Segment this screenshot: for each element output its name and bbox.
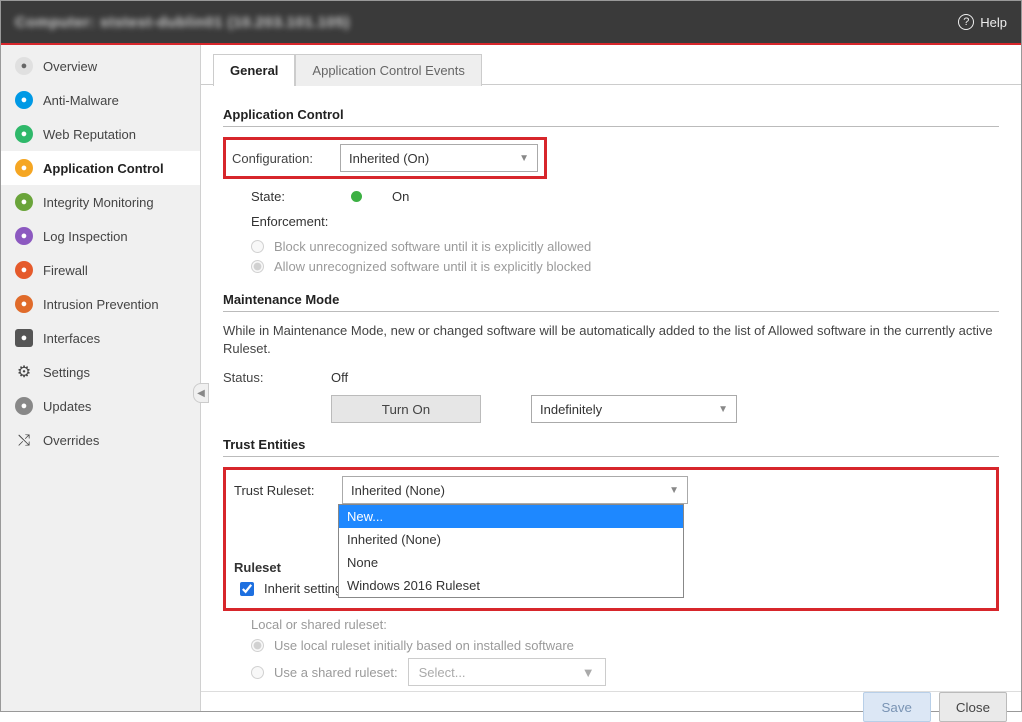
sidebar-item-label: Interfaces bbox=[43, 331, 100, 346]
sidebar-item-label: Settings bbox=[43, 365, 90, 380]
configuration-label: Configuration: bbox=[232, 151, 328, 166]
maintenance-status-value: Off bbox=[331, 370, 348, 385]
inherit-settings-label: Inherit settings bbox=[264, 581, 349, 596]
radio-shared bbox=[251, 666, 264, 679]
tab-general[interactable]: General bbox=[213, 54, 295, 86]
enforcement-allow-label: Allow unrecognized software until it is … bbox=[274, 259, 591, 274]
sidebar-item-integrity-monitoring[interactable]: ● Integrity Monitoring bbox=[1, 185, 200, 219]
duration-select[interactable]: Indefinitely ▼ bbox=[531, 395, 737, 423]
radio-local bbox=[251, 639, 264, 652]
anti-malware-icon: ● bbox=[15, 91, 33, 109]
web-reputation-icon: ● bbox=[15, 125, 33, 143]
sidebar-item-label: Updates bbox=[43, 399, 91, 414]
save-button[interactable]: Save bbox=[863, 692, 931, 722]
sidebar-item-label: Overview bbox=[43, 59, 97, 74]
trust-ruleset-select[interactable]: Inherited (None) ▼ bbox=[342, 476, 688, 504]
section-application-control: Application Control bbox=[223, 107, 999, 127]
sidebar-item-intrusion-prevention[interactable]: ● Intrusion Prevention bbox=[1, 287, 200, 321]
shared-ruleset-option: Use a shared ruleset: Select... ▼ bbox=[251, 658, 999, 686]
sidebar-item-label: Integrity Monitoring bbox=[43, 195, 154, 210]
configuration-select[interactable]: Inherited (On) ▼ bbox=[340, 144, 538, 172]
section-trust-entities: Trust Entities bbox=[223, 437, 999, 457]
trust-option[interactable]: New... bbox=[339, 505, 683, 528]
help-icon: ? bbox=[958, 14, 974, 30]
log-inspection-icon: ● bbox=[15, 227, 33, 245]
local-ruleset-option: Use local ruleset initially based on ins… bbox=[251, 638, 999, 653]
sidebar-item-label: Firewall bbox=[43, 263, 88, 278]
sidebar-item-label: Application Control bbox=[43, 161, 164, 176]
intrusion-prevention-icon: ● bbox=[15, 295, 33, 313]
overview-icon: ● bbox=[15, 57, 33, 75]
sidebar-item-label: Anti-Malware bbox=[43, 93, 119, 108]
trust-highlight: Trust Ruleset: Inherited (None) ▼ New...… bbox=[223, 467, 999, 611]
radio-allow bbox=[251, 260, 264, 273]
settings-icon: ⚙ bbox=[15, 363, 33, 381]
integrity-monitoring-icon: ● bbox=[15, 193, 33, 211]
shared-ruleset-placeholder: Select... bbox=[419, 665, 466, 680]
chevron-down-icon: ▼ bbox=[718, 404, 728, 415]
interfaces-icon: ● bbox=[15, 329, 33, 347]
configuration-highlight: Configuration: Inherited (On) ▼ bbox=[223, 137, 547, 179]
enforcement-block-label: Block unrecognized software until it is … bbox=[274, 239, 591, 254]
window-title: Computer: ststest-dublin01 (10.203.101.1… bbox=[15, 14, 350, 31]
titlebar: Computer: ststest-dublin01 (10.203.101.1… bbox=[1, 1, 1021, 45]
sidebar-item-label: Overrides bbox=[43, 433, 99, 448]
sidebar-item-label: Web Reputation bbox=[43, 127, 136, 142]
trust-option[interactable]: None bbox=[339, 551, 683, 574]
radio-block bbox=[251, 240, 264, 253]
maintenance-status-label: Status: bbox=[223, 370, 319, 385]
help-label: Help bbox=[980, 15, 1007, 30]
close-button[interactable]: Close bbox=[939, 692, 1007, 722]
sidebar-item-updates[interactable]: ● Updates bbox=[1, 389, 200, 423]
duration-value: Indefinitely bbox=[540, 402, 602, 417]
sidebar-item-overview[interactable]: ● Overview bbox=[1, 49, 200, 83]
enforcement-block-option: Block unrecognized software until it is … bbox=[251, 239, 999, 254]
trust-ruleset-value: Inherited (None) bbox=[351, 483, 445, 498]
tabs: GeneralApplication Control Events bbox=[201, 45, 1021, 85]
sidebar-item-label: Log Inspection bbox=[43, 229, 128, 244]
chevron-down-icon: ▼ bbox=[582, 665, 595, 680]
sidebar-item-firewall[interactable]: ● Firewall bbox=[1, 253, 200, 287]
trust-ruleset-dropdown: New...Inherited (None)NoneWindows 2016 R… bbox=[338, 504, 684, 598]
state-indicator-icon bbox=[351, 191, 362, 202]
state-label: State: bbox=[251, 189, 329, 204]
local-shared-label: Local or shared ruleset: bbox=[251, 617, 999, 632]
sidebar-item-log-inspection[interactable]: ● Log Inspection bbox=[1, 219, 200, 253]
configuration-value: Inherited (On) bbox=[349, 151, 429, 166]
application-control-icon: ● bbox=[15, 159, 33, 177]
firewall-icon: ● bbox=[15, 261, 33, 279]
chevron-down-icon: ▼ bbox=[519, 153, 529, 164]
shared-ruleset-label: Use a shared ruleset: bbox=[274, 665, 398, 680]
sidebar-item-settings[interactable]: ⚙ Settings bbox=[1, 355, 200, 389]
overrides-icon: ⤭ bbox=[15, 431, 33, 449]
chevron-down-icon: ▼ bbox=[669, 485, 679, 496]
sidebar: ● Overview ● Anti-Malware ● Web Reputation ● Ap… bbox=[1, 45, 201, 711]
local-ruleset-label: Use local ruleset initially based on ins… bbox=[274, 638, 574, 653]
sidebar-item-interfaces[interactable]: ● Interfaces bbox=[1, 321, 200, 355]
updates-icon: ● bbox=[15, 397, 33, 415]
enforcement-allow-option: Allow unrecognized software until it is … bbox=[251, 259, 999, 274]
tab-application-control-events[interactable]: Application Control Events bbox=[295, 54, 481, 86]
sidebar-item-label: Intrusion Prevention bbox=[43, 297, 159, 312]
section-maintenance-mode: Maintenance Mode bbox=[223, 292, 999, 312]
turn-on-button[interactable]: Turn On bbox=[331, 395, 481, 423]
trust-ruleset-label: Trust Ruleset: bbox=[234, 483, 330, 498]
trust-option[interactable]: Windows 2016 Ruleset bbox=[339, 574, 683, 597]
footer: Save Close bbox=[201, 691, 1021, 722]
help-link[interactable]: ? Help bbox=[958, 14, 1007, 30]
trust-option[interactable]: Inherited (None) bbox=[339, 528, 683, 551]
sidebar-item-overrides[interactable]: ⤭ Overrides bbox=[1, 423, 200, 457]
maintenance-description: While in Maintenance Mode, new or change… bbox=[223, 322, 999, 358]
enforcement-label: Enforcement: bbox=[251, 214, 328, 229]
sidebar-item-web-reputation[interactable]: ● Web Reputation bbox=[1, 117, 200, 151]
shared-ruleset-select: Select... ▼ bbox=[408, 658, 606, 686]
inherit-settings-checkbox[interactable] bbox=[240, 582, 254, 596]
state-value: On bbox=[392, 189, 409, 204]
sidebar-item-anti-malware[interactable]: ● Anti-Malware bbox=[1, 83, 200, 117]
sidebar-item-application-control[interactable]: ● Application Control bbox=[1, 151, 200, 185]
